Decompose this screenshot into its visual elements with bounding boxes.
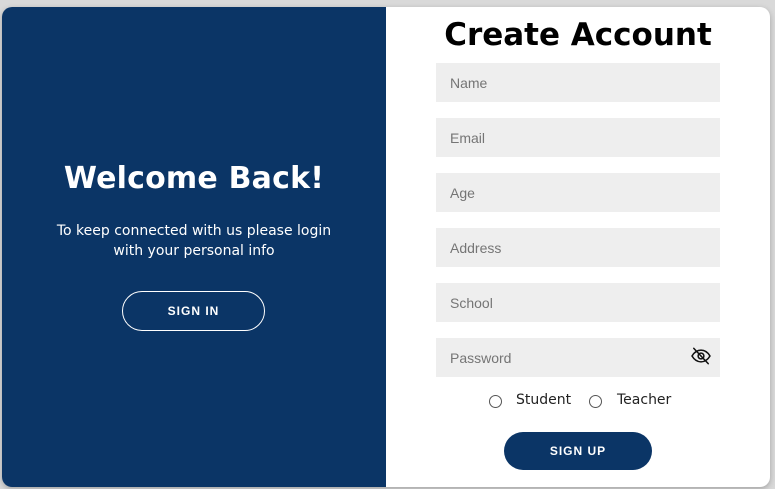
teacher-radio[interactable]: [589, 395, 602, 408]
welcome-panel: Welcome Back! To keep connected with us …: [2, 7, 386, 487]
age-field[interactable]: [436, 173, 720, 212]
password-field[interactable]: [436, 338, 720, 377]
welcome-text: To keep connected with us please login w…: [56, 223, 332, 259]
school-field[interactable]: [436, 283, 720, 322]
student-radio[interactable]: [489, 395, 502, 408]
sign-up-button[interactable]: SIGN UP: [504, 432, 652, 470]
eye-slash-icon[interactable]: [690, 347, 712, 365]
address-field[interactable]: [436, 228, 720, 267]
signup-form: Create Account Student Teacher SIGN UP: [386, 7, 770, 487]
welcome-title: Welcome Back!: [63, 161, 325, 196]
form-title: Create Account: [444, 17, 712, 53]
email-field[interactable]: [436, 118, 720, 157]
role-selector: Student Teacher: [386, 391, 770, 413]
name-field[interactable]: [436, 63, 720, 102]
sign-in-button[interactable]: SIGN IN: [122, 291, 265, 331]
student-label[interactable]: Student: [516, 392, 571, 408]
auth-card: Welcome Back! To keep connected with us …: [2, 7, 770, 487]
teacher-label[interactable]: Teacher: [617, 392, 671, 408]
